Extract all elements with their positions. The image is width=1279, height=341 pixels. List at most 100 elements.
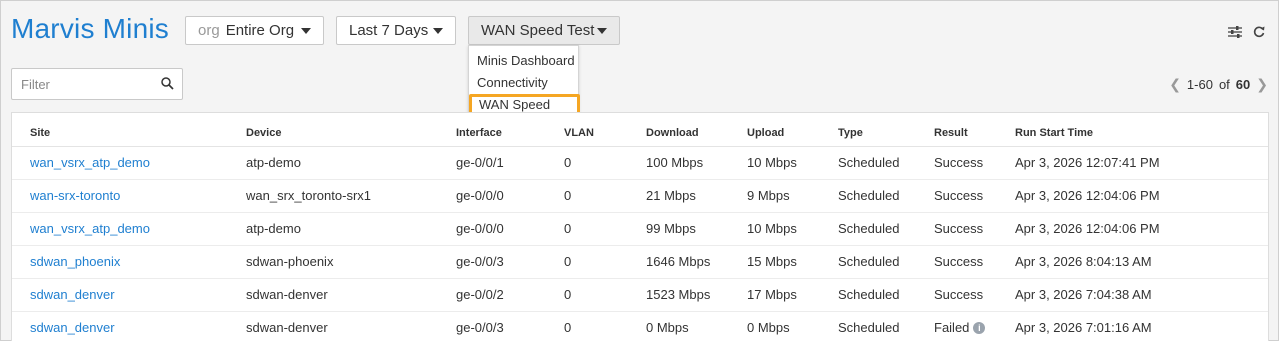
result-text: Failed <box>934 320 970 335</box>
site-link[interactable]: wan_vsrx_atp_demo <box>30 155 150 170</box>
table-row[interactable]: sdwan_denver sdwan-denver ge-0/0/2 0 152… <box>12 278 1268 312</box>
table-row[interactable]: sdwan_phoenix sdwan-phoenix ge-0/0/3 0 1… <box>12 245 1268 279</box>
vlan-cell: 0 <box>564 245 646 279</box>
results-table: Site Device Interface VLAN Download Uplo… <box>12 113 1268 341</box>
interface-cell: ge-0/0/0 <box>456 212 564 246</box>
view-dropdown-value: WAN Speed Test <box>481 22 595 39</box>
upload-cell: 17 Mbps <box>747 278 838 312</box>
refresh-icon[interactable] <box>1253 25 1265 41</box>
type-cell: Scheduled <box>838 146 934 180</box>
column-header-site[interactable]: Site <box>12 113 246 147</box>
page-title: Marvis Minis <box>11 13 169 44</box>
view-dropdown-menu: Minis Dashboard Connectivity WAN Speed T… <box>468 45 580 128</box>
chevron-down-icon <box>433 27 443 34</box>
type-cell: Scheduled <box>838 311 934 341</box>
type-cell: Scheduled <box>838 278 934 312</box>
type-cell: Scheduled <box>838 179 934 213</box>
upload-cell: 0 Mbps <box>747 311 838 341</box>
chevron-right-icon[interactable]: ❯ <box>1256 76 1268 93</box>
run-start-time-cell: Apr 3, 2026 12:07:41 PM <box>1015 146 1268 180</box>
column-header-run-start-time[interactable]: Run Start Time <box>1015 113 1268 147</box>
result-cell: Success <box>934 278 1015 312</box>
app-frame: Marvis Minis org Entire Org Last 7 Days … <box>0 0 1279 341</box>
vlan-cell: 0 <box>564 179 646 213</box>
column-header-interface[interactable]: Interface <box>456 113 564 147</box>
device-cell: sdwan-denver <box>246 278 456 312</box>
device-cell: sdwan-denver <box>246 311 456 341</box>
download-cell: 100 Mbps <box>646 146 747 180</box>
filter-input[interactable] <box>21 70 161 98</box>
type-cell: Scheduled <box>838 245 934 279</box>
pagination-of: of <box>1218 77 1230 92</box>
result-cell: Success <box>934 146 1015 180</box>
org-dropdown[interactable]: org Entire Org <box>185 16 324 45</box>
vlan-cell: 0 <box>564 278 646 312</box>
column-header-type[interactable]: Type <box>838 113 934 147</box>
site-link[interactable]: wan-srx-toronto <box>30 188 120 203</box>
pagination: ❮ 1-60 of 60 ❯ <box>1169 76 1268 93</box>
interface-cell: ge-0/0/3 <box>456 245 564 279</box>
info-icon[interactable]: i <box>973 322 986 334</box>
table-header-row: Site Device Interface VLAN Download Uplo… <box>12 113 1268 147</box>
run-start-time-cell: Apr 3, 2026 12:04:06 PM <box>1015 179 1268 213</box>
table-row[interactable]: wan_vsrx_atp_demo atp-demo ge-0/0/0 0 99… <box>12 212 1268 246</box>
site-link[interactable]: wan_vsrx_atp_demo <box>30 221 150 236</box>
org-dropdown-prefix: org <box>198 22 220 39</box>
result-cell: Failed i <box>934 311 1015 341</box>
device-cell: atp-demo <box>246 212 456 246</box>
device-cell: wan_srx_toronto-srx1 <box>246 179 456 213</box>
upload-cell: 10 Mbps <box>747 146 838 180</box>
table-row[interactable]: wan-srx-toronto wan_srx_toronto-srx1 ge-… <box>12 179 1268 213</box>
download-cell: 99 Mbps <box>646 212 747 246</box>
vlan-cell: 0 <box>564 212 646 246</box>
interface-cell: ge-0/0/1 <box>456 146 564 180</box>
settings-sliders-icon[interactable] <box>1228 25 1242 41</box>
download-cell: 1523 Mbps <box>646 278 747 312</box>
download-cell: 21 Mbps <box>646 179 747 213</box>
column-header-vlan[interactable]: VLAN <box>564 113 646 147</box>
column-header-download[interactable]: Download <box>646 113 747 147</box>
upload-cell: 15 Mbps <box>747 245 838 279</box>
run-start-time-cell: Apr 3, 2026 8:04:13 AM <box>1015 245 1268 279</box>
column-header-upload[interactable]: Upload <box>747 113 838 147</box>
pagination-total: 60 <box>1235 77 1251 92</box>
device-cell: sdwan-phoenix <box>246 245 456 279</box>
date-range-value: Last 7 Days <box>349 22 429 39</box>
interface-cell: ge-0/0/0 <box>456 179 564 213</box>
chevron-left-icon[interactable]: ❮ <box>1169 76 1181 93</box>
device-cell: atp-demo <box>246 146 456 180</box>
chevron-down-icon <box>597 27 607 34</box>
run-start-time-cell: Apr 3, 2026 12:04:06 PM <box>1015 212 1268 246</box>
table-row[interactable]: wan_vsrx_atp_demo atp-demo ge-0/0/1 0 10… <box>12 146 1268 180</box>
vlan-cell: 0 <box>564 311 646 341</box>
upload-cell: 10 Mbps <box>747 212 838 246</box>
chevron-down-icon <box>301 27 311 34</box>
menu-item-connectivity[interactable]: Connectivity <box>477 73 548 93</box>
search-icon[interactable] <box>161 77 174 90</box>
results-table-container: Site Device Interface VLAN Download Uplo… <box>11 112 1269 341</box>
site-link[interactable]: sdwan_phoenix <box>30 254 120 269</box>
type-cell: Scheduled <box>838 212 934 246</box>
interface-cell: ge-0/0/2 <box>456 278 564 312</box>
download-cell: 0 Mbps <box>646 311 747 341</box>
site-link[interactable]: sdwan_denver <box>30 287 115 302</box>
column-header-result[interactable]: Result <box>934 113 1015 147</box>
filter-box <box>11 68 183 100</box>
org-dropdown-value: Entire Org <box>225 22 295 39</box>
result-cell: Success <box>934 245 1015 279</box>
date-range-dropdown[interactable]: Last 7 Days <box>336 16 456 45</box>
view-dropdown[interactable]: WAN Speed Test <box>468 16 620 45</box>
result-cell: Success <box>934 212 1015 246</box>
pagination-range: 1-60 <box>1186 77 1213 92</box>
menu-item-minis-dashboard[interactable]: Minis Dashboard <box>477 51 575 71</box>
download-cell: 1646 Mbps <box>646 245 747 279</box>
vlan-cell: 0 <box>564 146 646 180</box>
column-header-device[interactable]: Device <box>246 113 456 147</box>
interface-cell: ge-0/0/3 <box>456 311 564 341</box>
upload-cell: 9 Mbps <box>747 179 838 213</box>
run-start-time-cell: Apr 3, 2026 7:04:38 AM <box>1015 278 1268 312</box>
site-link[interactable]: sdwan_denver <box>30 320 115 335</box>
table-row[interactable]: sdwan_denver sdwan-denver ge-0/0/3 0 0 M… <box>12 311 1268 341</box>
result-cell: Success <box>934 179 1015 213</box>
run-start-time-cell: Apr 3, 2026 7:01:16 AM <box>1015 311 1268 341</box>
